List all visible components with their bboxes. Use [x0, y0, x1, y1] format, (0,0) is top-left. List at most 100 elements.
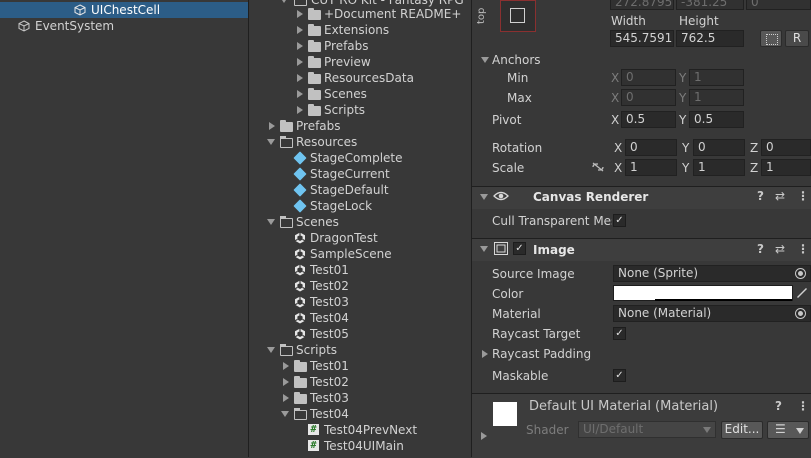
foldout-collapsed-icon[interactable] [297, 106, 303, 114]
anchors-foldout-icon[interactable] [481, 57, 489, 63]
material-picker-icon[interactable] [795, 308, 806, 319]
foldout-collapsed-icon[interactable] [297, 58, 303, 66]
shader-edit-button[interactable]: Edit... [721, 421, 763, 439]
project-item[interactable]: Test01 [249, 358, 471, 374]
foldout-collapsed-icon[interactable] [297, 26, 303, 34]
material-field[interactable]: None (Material) [613, 305, 811, 322]
project-item[interactable]: Scenes [249, 214, 471, 230]
project-item-label: Test01 [310, 263, 349, 277]
height-field[interactable]: 762.5 [676, 30, 744, 47]
anchors-min-y-field[interactable]: 1 [689, 69, 744, 86]
rotation-z-field[interactable]: 0 [761, 139, 811, 156]
project-item[interactable]: Scenes [249, 86, 471, 102]
project-item[interactable]: ResourcesData [249, 70, 471, 86]
material-foldout-icon[interactable] [481, 432, 487, 440]
foldout-collapsed-icon[interactable] [269, 122, 275, 130]
project-item-label: Scenes [324, 87, 367, 101]
project-item[interactable]: # Test04PrevNext [249, 422, 471, 438]
rotation-x-field[interactable]: 0 [625, 139, 677, 156]
canvas-renderer-menu-icon[interactable]: ⋮ [797, 188, 809, 204]
project-item-label: Test04 [310, 311, 349, 325]
pos-y-field[interactable]: -381.25 [676, 0, 744, 10]
project-item[interactable]: Prefabs [249, 38, 471, 54]
scale-y-field[interactable]: 1 [693, 159, 745, 176]
foldout-collapsed-icon[interactable] [297, 10, 303, 18]
project-item[interactable]: Test04 [249, 406, 471, 422]
canvas-renderer-foldout-icon[interactable] [480, 194, 488, 200]
foldout-collapsed-icon[interactable] [297, 74, 303, 82]
image-presets-icon[interactable]: ⇄ [775, 241, 785, 257]
image-menu-icon[interactable]: ⋮ [797, 241, 809, 257]
foldout-collapsed-icon[interactable] [297, 42, 303, 50]
constrain-proportions-icon[interactable] [591, 161, 605, 173]
anchors-min-x-field[interactable]: 0 [621, 69, 676, 86]
raw-edit-button[interactable]: R [785, 30, 809, 47]
project-item[interactable]: Resources [249, 134, 471, 150]
maskable-checkbox[interactable]: ✓ [613, 369, 626, 382]
pos-x-field[interactable]: 272.8795 [610, 0, 674, 10]
project-item[interactable]: Scripts [249, 102, 471, 118]
foldout-expanded-icon[interactable] [267, 347, 275, 353]
project-item[interactable]: StageLock [249, 198, 471, 214]
scale-x-field[interactable]: 1 [625, 159, 677, 176]
project-item[interactable]: StageCurrent [249, 166, 471, 182]
hierarchy-item-eventsystem[interactable]: EventSystem [0, 18, 248, 34]
project-item[interactable]: SampleScene [249, 246, 471, 262]
width-field[interactable]: 545.7591 [610, 30, 674, 47]
project-item[interactable]: Prefabs [249, 118, 471, 134]
image-enabled-checkbox[interactable]: ✓ [513, 242, 526, 255]
pivot-y-field[interactable]: 0.5 [689, 111, 744, 128]
project-item[interactable]: Test02 [249, 278, 471, 294]
raycast-target-checkbox[interactable]: ✓ [613, 327, 626, 340]
unity-scene-icon [294, 296, 306, 311]
project-item[interactable]: StageComplete [249, 150, 471, 166]
foldout-collapsed-icon[interactable] [283, 378, 289, 386]
shader-dropdown[interactable]: UI/Default [578, 421, 716, 438]
blueprint-mode-button[interactable] [760, 30, 782, 47]
rotation-y-field[interactable]: 0 [693, 139, 745, 156]
material-help-icon[interactable]: ? [775, 398, 782, 414]
foldout-collapsed-icon[interactable] [297, 90, 303, 98]
project-item[interactable]: Test03 [249, 294, 471, 310]
canvas-renderer-help-icon[interactable]: ? [757, 188, 764, 204]
foldout-collapsed-icon[interactable] [283, 394, 289, 402]
material-menu-icon[interactable]: ⋮ [797, 398, 809, 414]
hierarchy-item-uichestcell[interactable]: UIChestCell [0, 2, 248, 18]
pos-z-field[interactable]: 0 [746, 0, 811, 10]
project-item[interactable]: StageDefault [249, 182, 471, 198]
foldout-expanded-icon[interactable] [267, 219, 275, 225]
color-label: Color [492, 287, 524, 301]
shader-options-button[interactable]: ☰ [767, 421, 809, 439]
image-foldout-icon[interactable] [480, 246, 488, 252]
source-image-field[interactable]: None (Sprite) [613, 265, 811, 282]
project-item[interactable]: # Test04UIMain [249, 438, 471, 454]
image-help-icon[interactable]: ? [757, 241, 764, 257]
project-item[interactable]: +Document README+ [249, 6, 471, 22]
canvas-renderer-presets-icon[interactable]: ⇄ [775, 188, 785, 204]
project-item[interactable]: Extensions [249, 22, 471, 38]
raycast-padding-foldout-icon[interactable] [482, 350, 488, 358]
eyedropper-icon[interactable] [796, 287, 808, 299]
project-item[interactable]: DragonTest [249, 230, 471, 246]
scale-z-field[interactable]: 1 [761, 159, 811, 176]
color-swatch[interactable] [613, 285, 793, 301]
source-image-picker-icon[interactable] [795, 268, 806, 279]
project-item[interactable]: Test03 [249, 390, 471, 406]
project-item[interactable]: Scripts [249, 342, 471, 358]
project-item[interactable]: Test02 [249, 374, 471, 390]
foldout-expanded-icon[interactable] [281, 411, 289, 417]
project-item-label: Preview [324, 55, 371, 69]
folder-open-icon [280, 344, 293, 356]
foldout-expanded-icon[interactable] [267, 139, 275, 145]
raycast-target-label: Raycast Target [492, 327, 581, 341]
anchor-preset-button[interactable] [500, 0, 536, 32]
foldout-collapsed-icon[interactable] [283, 362, 289, 370]
pivot-x-field[interactable]: 0.5 [621, 111, 676, 128]
project-item[interactable]: Test04 [249, 310, 471, 326]
anchors-max-y-field[interactable]: 1 [689, 89, 744, 106]
anchors-max-x-field[interactable]: 0 [621, 89, 676, 106]
cull-transparent-checkbox[interactable]: ✓ [613, 214, 626, 227]
project-item[interactable]: Test01 [249, 262, 471, 278]
project-item[interactable]: Preview [249, 54, 471, 70]
project-item[interactable]: Test05 [249, 326, 471, 342]
